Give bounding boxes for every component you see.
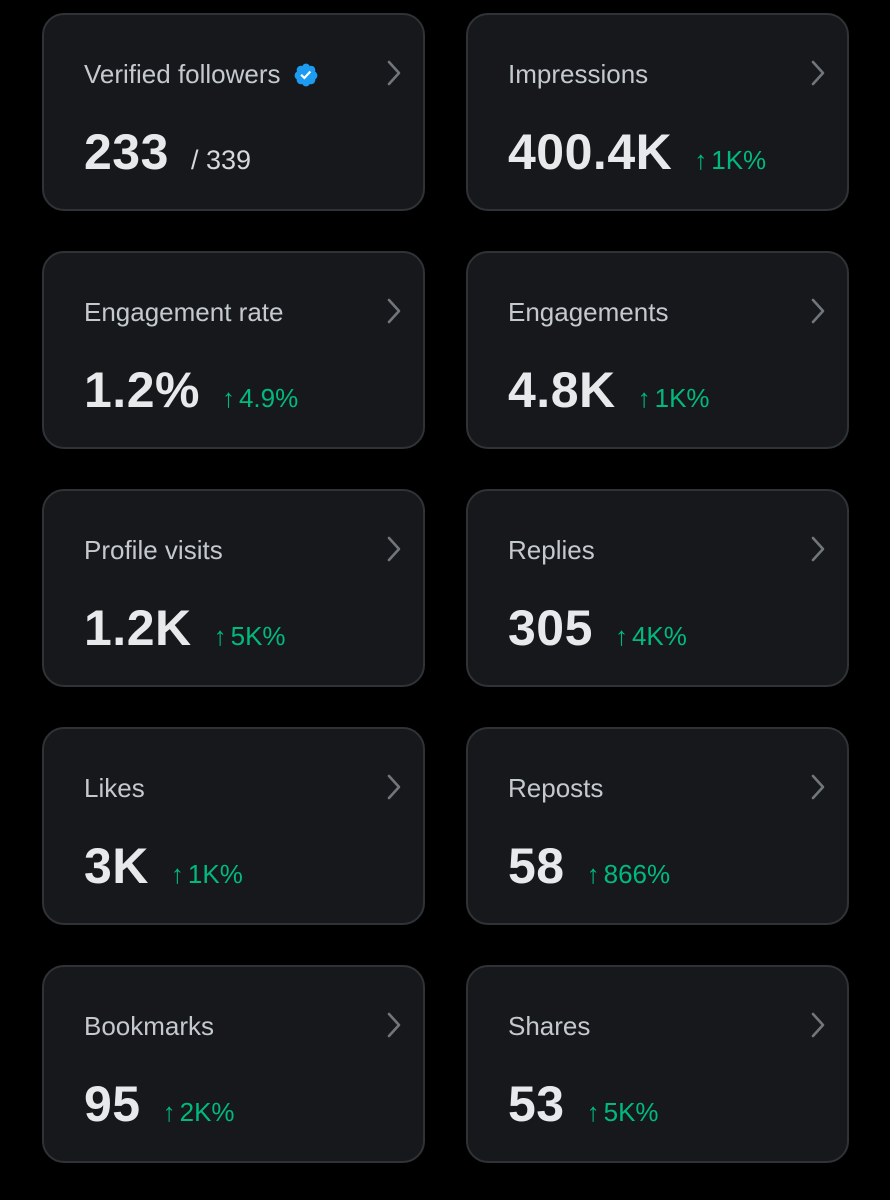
metric-change: ↑ 5K%: [587, 1097, 659, 1128]
metric-change: ↑ 4.9%: [222, 383, 298, 414]
arrow-up-icon: ↑: [170, 859, 184, 889]
chevron-right-icon[interactable]: [385, 1011, 403, 1039]
reposts-card[interactable]: Reposts 58 ↑ 866%: [466, 727, 849, 925]
bookmarks-label: Bookmarks: [84, 1011, 215, 1041]
chevron-right-icon[interactable]: [385, 535, 403, 563]
engagements-label: Engagements: [508, 297, 669, 327]
arrow-up-icon: ↑: [213, 621, 227, 651]
impressions-card[interactable]: Impressions 400.4K ↑ 1K%: [466, 13, 849, 211]
chevron-right-icon[interactable]: [809, 59, 827, 87]
metric-row: 3K ↑ 1K%: [84, 837, 243, 895]
arrow-up-icon: ↑: [162, 1097, 176, 1127]
change-value: 5K%: [603, 1097, 659, 1127]
arrow-up-icon: ↑: [586, 859, 600, 889]
metric-change: ↑ 1K%: [638, 383, 710, 414]
metric-value: 1.2%: [84, 362, 200, 418]
metric-row: 233 / 339: [84, 123, 251, 181]
card-title: Shares: [508, 1011, 590, 1042]
metric-change: ↑ 866%: [587, 859, 671, 890]
card-title: Reposts: [508, 773, 603, 804]
metric-change: ↑ 1K%: [694, 145, 766, 176]
arrow-up-icon: ↑: [221, 383, 235, 413]
change-value: 2K%: [179, 1097, 235, 1127]
arrow-up-icon: ↑: [614, 621, 628, 651]
verified-badge-icon: [294, 63, 317, 86]
metric-value: 4.8K: [508, 362, 616, 418]
change-value: 1K%: [654, 383, 710, 413]
card-title: Replies: [508, 535, 595, 566]
likes-label: Likes: [84, 773, 145, 803]
verified-followers-card[interactable]: Verified followers 233 / 339: [42, 13, 425, 211]
shares-card[interactable]: Shares 53 ↑ 5K%: [466, 965, 849, 1163]
change-value: 5K%: [230, 621, 286, 651]
metric-value: 3K: [84, 838, 149, 894]
card-title: Impressions: [508, 59, 648, 90]
likes-card[interactable]: Likes 3K ↑ 1K%: [42, 727, 425, 925]
metric-change: ↑ 2K%: [163, 1097, 235, 1128]
chevron-right-icon[interactable]: [809, 773, 827, 801]
metric-change: ↑ 4K%: [615, 621, 687, 652]
impressions-label: Impressions: [508, 59, 649, 89]
chevron-right-icon[interactable]: [385, 297, 403, 325]
change-value: 4K%: [631, 621, 687, 651]
metric-value: 400.4K: [508, 124, 673, 180]
card-title: Verified followers: [84, 59, 319, 90]
metric-value: 95: [84, 1076, 141, 1132]
engagement-rate-card[interactable]: Engagement rate 1.2% ↑ 4.9%: [42, 251, 425, 449]
card-title: Engagements: [508, 297, 668, 328]
metrics-grid: Verified followers 233 / 339 Impressions…: [42, 13, 849, 1163]
change-value: 1K%: [711, 145, 767, 175]
card-title: Profile visits: [84, 535, 223, 566]
reposts-label: Reposts: [508, 773, 604, 803]
arrow-up-icon: ↑: [586, 1097, 600, 1127]
chevron-right-icon[interactable]: [809, 297, 827, 325]
replies-card[interactable]: Replies 305 ↑ 4K%: [466, 489, 849, 687]
change-value: 1K%: [187, 859, 243, 889]
card-title: Engagement rate: [84, 297, 283, 328]
metric-value: 305: [508, 600, 593, 656]
shares-label: Shares: [508, 1011, 591, 1041]
metric-row: 53 ↑ 5K%: [508, 1075, 659, 1133]
metric-total: / 339: [190, 145, 251, 175]
metric-row: 58 ↑ 866%: [508, 837, 670, 895]
metric-row: 305 ↑ 4K%: [508, 599, 687, 657]
metric-value: 1.2K: [84, 600, 192, 656]
metric-value: 53: [508, 1076, 565, 1132]
engagements-card[interactable]: Engagements 4.8K ↑ 1K%: [466, 251, 849, 449]
metric-value: 233: [84, 124, 169, 180]
engagement-rate-label: Engagement rate: [84, 297, 284, 327]
arrow-up-icon: ↑: [694, 145, 708, 175]
profile-visits-card[interactable]: Profile visits 1.2K ↑ 5K%: [42, 489, 425, 687]
verified-followers-label: Verified followers: [84, 59, 281, 89]
card-title: Bookmarks: [84, 1011, 214, 1042]
chevron-right-icon[interactable]: [385, 773, 403, 801]
metric-row: 4.8K ↑ 1K%: [508, 361, 710, 419]
chevron-right-icon[interactable]: [385, 59, 403, 87]
change-value: 866%: [603, 859, 671, 889]
metric-row: 1.2% ↑ 4.9%: [84, 361, 298, 419]
card-title: Likes: [84, 773, 145, 804]
metric-change: ↑ 1K%: [171, 859, 243, 890]
chevron-right-icon[interactable]: [809, 535, 827, 563]
bookmarks-card[interactable]: Bookmarks 95 ↑ 2K%: [42, 965, 425, 1163]
metric-change: ↑ 5K%: [214, 621, 286, 652]
metric-row: 1.2K ↑ 5K%: [84, 599, 286, 657]
metric-value: 58: [508, 838, 565, 894]
chevron-right-icon[interactable]: [809, 1011, 827, 1039]
metric-row: 95 ↑ 2K%: [84, 1075, 235, 1133]
change-value: 4.9%: [238, 383, 299, 413]
replies-label: Replies: [508, 535, 595, 565]
metric-row: 400.4K ↑ 1K%: [508, 123, 766, 181]
arrow-up-icon: ↑: [637, 383, 651, 413]
profile-visits-label: Profile visits: [84, 535, 223, 565]
